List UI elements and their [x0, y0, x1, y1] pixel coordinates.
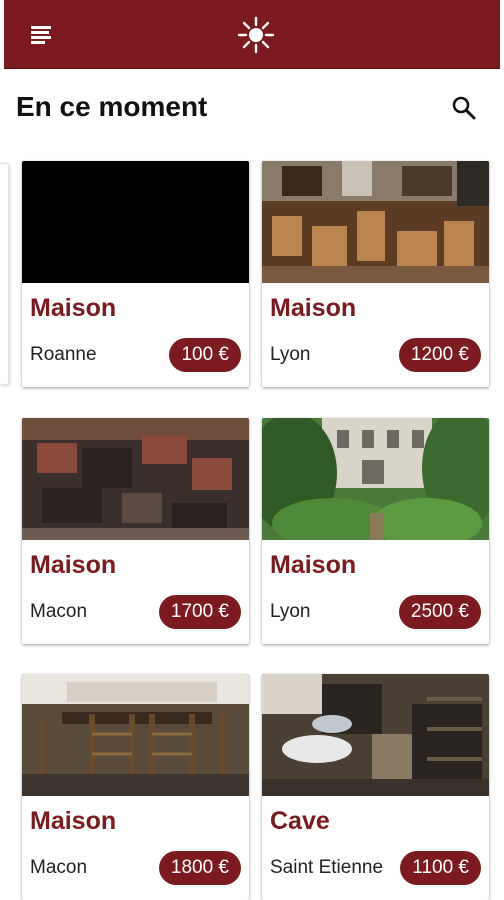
- listing-card[interactable]: Maison Roanne 100 €: [22, 161, 249, 387]
- listing-type: Maison: [270, 551, 357, 579]
- listing-city: Lyon: [270, 344, 311, 365]
- listing-card[interactable]: Maison Lyon 1200 €: [262, 161, 489, 387]
- price-badge: 1700 €: [158, 595, 241, 629]
- listing-photo: [22, 418, 249, 540]
- search-icon[interactable]: [451, 95, 477, 121]
- sun-logo-icon[interactable]: [237, 16, 275, 54]
- listing-card[interactable]: Maison Macon 1800 €: [22, 674, 249, 900]
- listing-city: Roanne: [30, 344, 97, 365]
- price-badge: 1800 €: [158, 851, 241, 885]
- listing-type: Maison: [30, 551, 117, 579]
- price-badge: 1200 €: [398, 338, 481, 372]
- listing-city: Macon: [30, 601, 88, 622]
- listing-card[interactable]: Cave Saint Etienne 1100 €: [262, 674, 489, 900]
- listing-type: Maison: [30, 294, 117, 322]
- price-badge: 1100 €: [400, 851, 481, 885]
- listing-city: Saint Etienne: [270, 857, 384, 878]
- listing-card[interactable]: Maison Macon 1700 €: [22, 418, 249, 644]
- side-drawer-edge[interactable]: [0, 163, 9, 385]
- listing-photo: [22, 674, 249, 796]
- app-bar: [4, 0, 500, 69]
- listing-card[interactable]: Maison Lyon 2500 €: [262, 418, 489, 644]
- listing-city: Macon: [30, 857, 88, 878]
- listing-type: Maison: [30, 807, 117, 835]
- listing-type: Maison: [270, 294, 357, 322]
- listing-photo: [22, 161, 249, 283]
- listing-type: Cave: [270, 807, 330, 835]
- listing-photo: [262, 674, 489, 796]
- listing-photo: [262, 418, 489, 540]
- price-badge: 2500 €: [398, 595, 481, 629]
- hamburger-menu-icon[interactable]: [31, 26, 51, 44]
- page-title: En ce moment: [16, 91, 208, 122]
- listing-photo: [262, 161, 489, 283]
- listing-city: Lyon: [270, 601, 311, 622]
- price-badge: 100 €: [169, 338, 241, 372]
